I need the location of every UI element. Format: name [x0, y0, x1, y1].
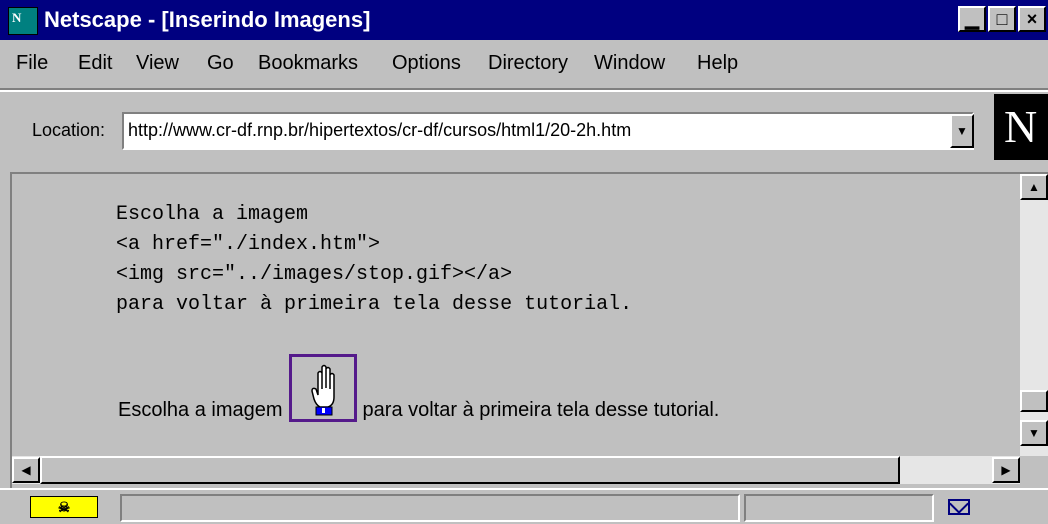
menu-bar: File Edit View Go Bookmarks Options Dire… [0, 40, 1048, 90]
maximize-icon: □ [996, 9, 1008, 29]
security-indicator: ☠ [57, 499, 71, 515]
menu-options[interactable]: Options [392, 52, 461, 75]
scrollbar-corner [1020, 456, 1048, 484]
rendered-example: Escolha a imagem para voltar à primeira … [118, 354, 719, 422]
location-label: Location: [32, 120, 106, 140]
arrow-left-icon: ◀ [21, 463, 31, 477]
menu-help[interactable]: Help [697, 52, 738, 75]
netscape-logo[interactable]: N [994, 94, 1048, 160]
code-block: Escolha a imagem <a href="./index.htm"> … [116, 200, 632, 320]
stop-hand-icon [310, 364, 335, 416]
page-content: Escolha a imagem <a href="./index.htm"> … [12, 174, 1020, 456]
menu-directory[interactable]: Directory [488, 52, 568, 75]
code-line: para voltar à primeira tela desse tutori… [116, 293, 633, 316]
location-dropdown-button[interactable]: ▼ [950, 114, 974, 148]
horizontal-scroll-thumb[interactable] [40, 456, 900, 484]
scroll-right-button[interactable]: ▶ [992, 457, 1020, 483]
code-line: <a href="./index.htm"> [116, 233, 381, 256]
code-line: Escolha a imagem [116, 203, 309, 226]
status-progress [744, 494, 934, 522]
title-bar: N Netscape - [Inserindo Imagens] ▁ □ × [0, 0, 1048, 40]
netscape-app-icon[interactable]: N [8, 7, 38, 35]
close-button[interactable]: × [1018, 6, 1046, 32]
window-title: Netscape - [Inserindo Imagens] [44, 7, 371, 32]
menu-file[interactable]: File [16, 52, 48, 75]
mail-icon[interactable] [948, 499, 970, 515]
netscape-logo-letter: N [1004, 101, 1038, 152]
maximize-button[interactable]: □ [988, 6, 1016, 32]
menu-edit[interactable]: Edit [78, 52, 112, 75]
menu-window[interactable]: Window [594, 52, 665, 75]
menu-bookmarks[interactable]: Bookmarks [258, 52, 358, 75]
vertical-scrollbar[interactable]: ▲ ▼ [1020, 174, 1048, 456]
stop-image-link[interactable] [288, 354, 357, 422]
scroll-down-button[interactable]: ▼ [1020, 420, 1048, 446]
rendered-text-after: para voltar à primeira tela desse tutori… [362, 399, 720, 421]
minimize-icon: ▁ [965, 9, 979, 29]
chevron-down-icon: ▼ [956, 124, 968, 138]
menu-view[interactable]: View [136, 52, 179, 75]
vertical-scroll-thumb[interactable] [1020, 390, 1048, 412]
scroll-up-button[interactable]: ▲ [1020, 174, 1048, 200]
close-icon: × [1026, 9, 1038, 29]
location-toolbar: Location: http://www.cr-df.rnp.br/hipert… [0, 90, 1048, 170]
status-bar: ☠ [0, 488, 1048, 524]
app-icon-letter: N [12, 10, 22, 25]
rendered-text-before: Escolha a imagem [118, 399, 283, 421]
arrow-up-icon: ▲ [1028, 180, 1040, 194]
menu-go[interactable]: Go [207, 52, 234, 75]
minimize-button[interactable]: ▁ [958, 6, 986, 32]
security-key-icon[interactable]: ☠ [30, 496, 98, 518]
status-message [120, 494, 740, 522]
horizontal-scrollbar[interactable]: ◀ ▶ [12, 456, 1020, 484]
scroll-left-button[interactable]: ◀ [12, 457, 40, 483]
arrow-right-icon: ▶ [1001, 463, 1011, 477]
code-line: <img src="../images/stop.gif></a> [116, 263, 513, 286]
arrow-down-icon: ▼ [1028, 426, 1040, 440]
location-url-field[interactable]: http://www.cr-df.rnp.br/hipertextos/cr-d… [122, 112, 974, 150]
